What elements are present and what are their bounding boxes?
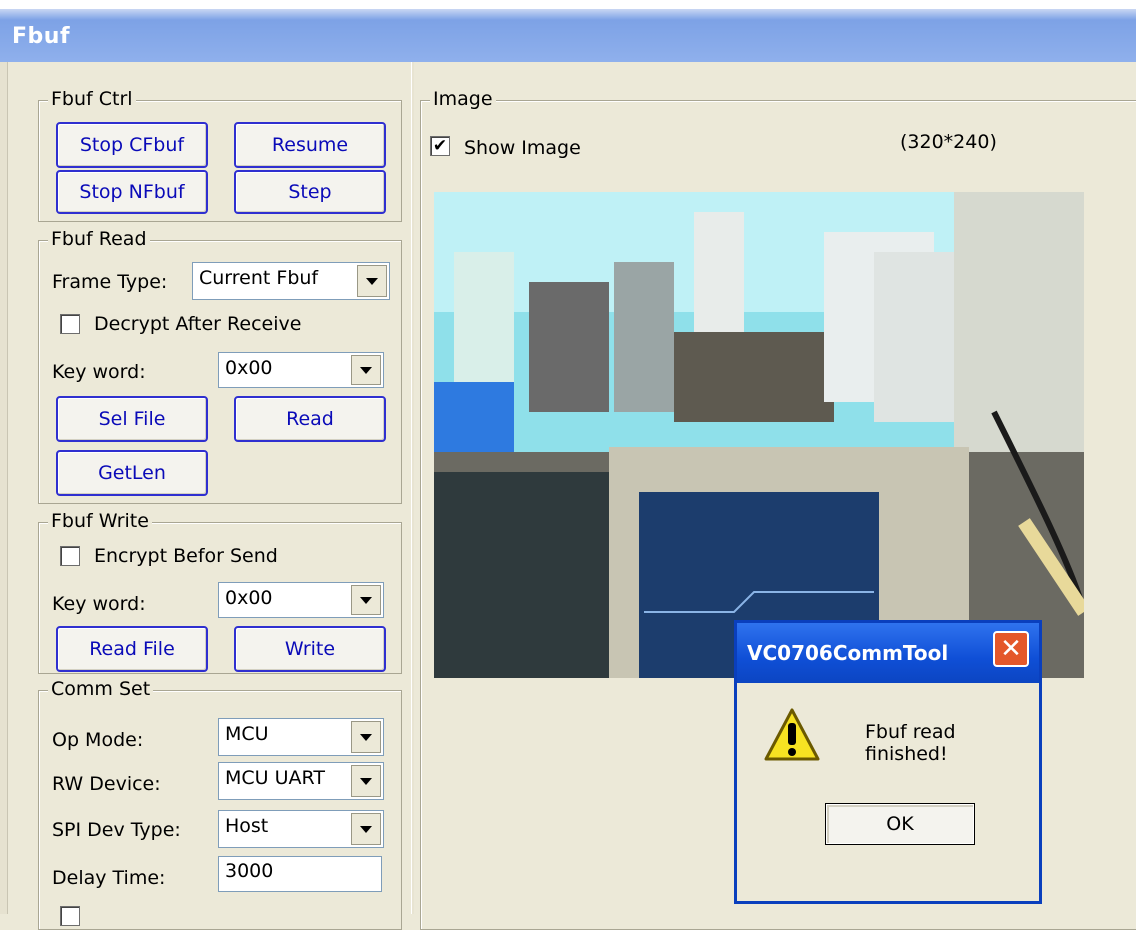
read-keyword-label: Key word: bbox=[52, 361, 146, 383]
show-image-label: Show Image bbox=[464, 137, 581, 159]
spi-dev-type-select[interactable]: Host bbox=[218, 810, 384, 848]
show-image-checkbox[interactable]: ✔ bbox=[430, 136, 450, 156]
op-mode-select[interactable]: MCU bbox=[218, 718, 384, 756]
stop-cfbuf-button[interactable]: Stop CFbuf bbox=[56, 122, 208, 168]
getlen-button[interactable]: GetLen bbox=[56, 450, 208, 496]
ok-button[interactable]: OK bbox=[825, 803, 975, 845]
resume-button[interactable]: Resume bbox=[234, 122, 386, 168]
image-legend: Image bbox=[430, 88, 496, 110]
encrypt-label: Encrypt Befor Send bbox=[94, 545, 278, 567]
fbuf-read-legend: Fbuf Read bbox=[48, 228, 150, 250]
chevron-down-icon[interactable] bbox=[351, 765, 381, 797]
write-keyword-label: Key word: bbox=[52, 593, 146, 615]
window-left-border bbox=[0, 62, 8, 914]
panel-separator bbox=[411, 62, 414, 914]
dialog-title: VC0706CommTool bbox=[747, 641, 949, 665]
write-button[interactable]: Write bbox=[234, 626, 386, 672]
warning-icon bbox=[764, 708, 820, 761]
rw-device-label: RW Device: bbox=[52, 773, 161, 795]
write-keyword-select[interactable]: 0x00 bbox=[218, 582, 384, 618]
spi-dev-type-label: SPI Dev Type: bbox=[52, 819, 181, 841]
resolution-label: (320*240) bbox=[900, 131, 997, 153]
window-title: Fbuf bbox=[12, 24, 71, 49]
encrypt-checkbox[interactable] bbox=[60, 546, 80, 566]
decrypt-label: Decrypt After Receive bbox=[94, 313, 302, 335]
read-button[interactable]: Read bbox=[234, 396, 386, 442]
chevron-down-icon[interactable] bbox=[351, 355, 381, 385]
stop-nfbuf-button[interactable]: Stop NFbuf bbox=[56, 170, 208, 214]
checkmark-icon: ✔ bbox=[432, 135, 448, 156]
rw-device-select[interactable]: MCU UART bbox=[218, 762, 384, 800]
op-mode-value: MCU bbox=[225, 723, 269, 745]
chevron-down-icon[interactable] bbox=[357, 265, 387, 297]
camera-preview-image bbox=[434, 192, 1084, 678]
read-file-button[interactable]: Read File bbox=[56, 626, 208, 672]
delay-time-value: 3000 bbox=[225, 860, 274, 882]
dialog-message: Fbuf read finished! bbox=[865, 721, 956, 765]
delay-time-label: Delay Time: bbox=[52, 867, 166, 889]
close-icon: ✕ bbox=[1000, 634, 1022, 664]
comm-set-legend: Comm Set bbox=[48, 678, 154, 700]
read-keyword-select[interactable]: 0x00 bbox=[218, 352, 384, 388]
op-mode-label: Op Mode: bbox=[52, 729, 144, 751]
write-keyword-value: 0x00 bbox=[225, 587, 273, 609]
frame-type-value: Current Fbuf bbox=[199, 267, 319, 289]
message-dialog: VC0706CommTool ✕ Fbuf read finished! OK bbox=[734, 620, 1042, 904]
window-titlebar[interactable] bbox=[0, 0, 1136, 62]
read-keyword-value: 0x00 bbox=[225, 357, 273, 379]
chevron-down-icon[interactable] bbox=[351, 585, 381, 615]
close-button[interactable]: ✕ bbox=[993, 631, 1029, 667]
chevron-down-icon[interactable] bbox=[351, 721, 381, 753]
step-button[interactable]: Step bbox=[234, 170, 386, 214]
fbuf-ctrl-legend: Fbuf Ctrl bbox=[48, 88, 136, 110]
spi-dev-type-value: Host bbox=[225, 815, 269, 837]
chevron-down-icon[interactable] bbox=[351, 813, 381, 845]
frame-type-select[interactable]: Current Fbuf bbox=[192, 262, 390, 300]
rw-device-value: MCU UART bbox=[225, 767, 325, 789]
partial-checkbox[interactable] bbox=[60, 906, 80, 926]
frame-type-label: Frame Type: bbox=[52, 271, 168, 293]
sel-file-button[interactable]: Sel File bbox=[56, 396, 208, 442]
decrypt-checkbox[interactable] bbox=[60, 314, 80, 334]
fbuf-write-legend: Fbuf Write bbox=[48, 510, 152, 532]
delay-time-input[interactable]: 3000 bbox=[218, 856, 382, 892]
